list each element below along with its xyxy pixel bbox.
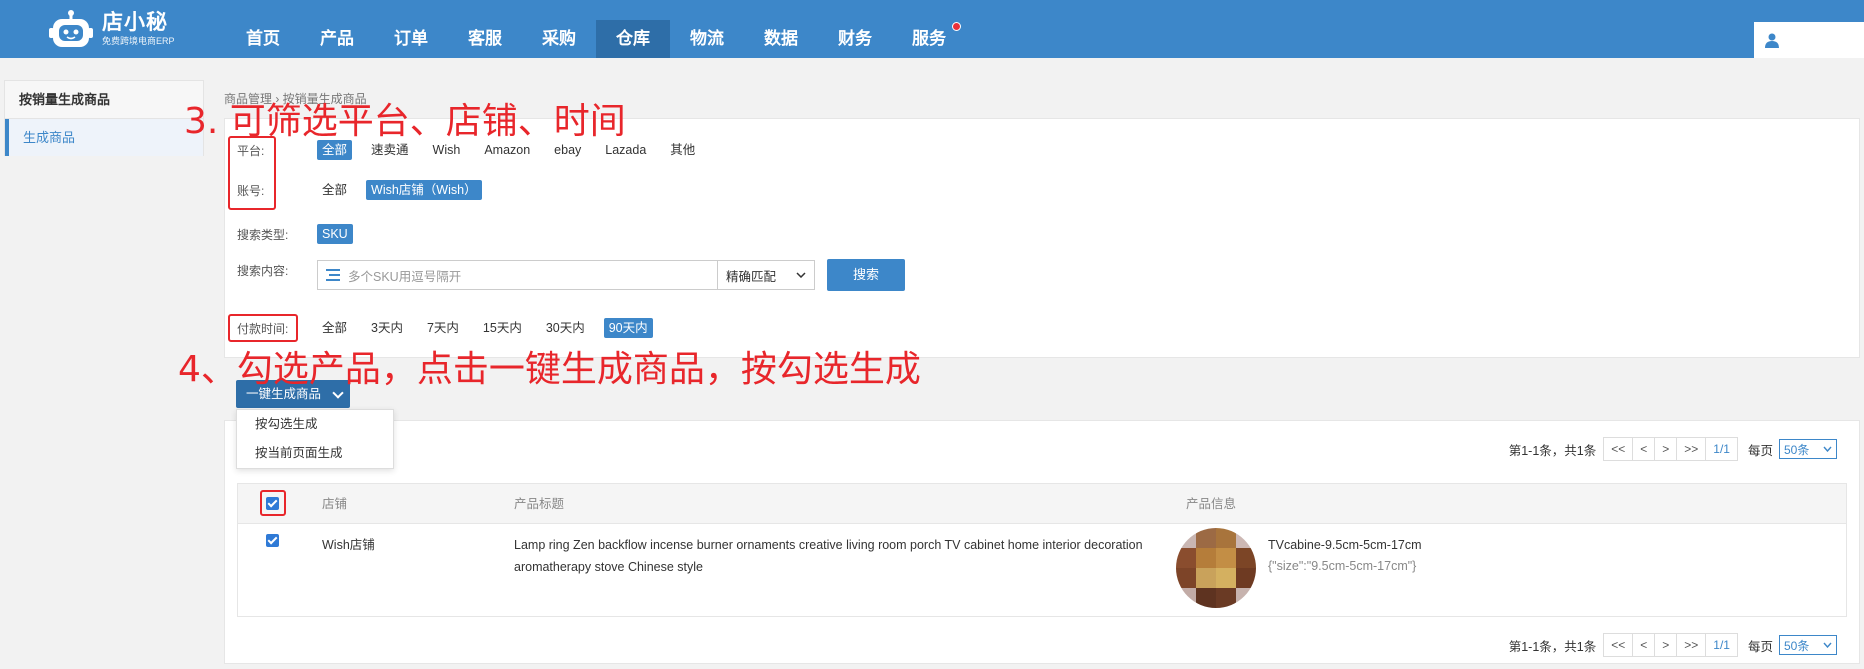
- page-next-button[interactable]: >: [1654, 633, 1678, 657]
- search-content-label: 搜索内容:: [237, 263, 289, 278]
- page-next-button[interactable]: >: [1654, 437, 1678, 461]
- pay-time-filter: 付款时间: 全部 3天内 7天内 15天内 30天内 90天内: [237, 317, 667, 339]
- account-option-wish-store[interactable]: Wish店铺（Wish）: [366, 180, 482, 200]
- pay-time-option-90d[interactable]: 90天内: [603, 318, 653, 338]
- nav-warehouse[interactable]: 仓库: [596, 20, 670, 58]
- bulk-generate-menu: 按勾选生成 按当前页面生成: [236, 409, 394, 469]
- page-last-button[interactable]: >>: [1676, 437, 1707, 461]
- chevron-down-icon: [1823, 642, 1832, 648]
- row-checkbox[interactable]: [266, 534, 279, 547]
- search-type-label: 搜索类型:: [237, 227, 289, 242]
- pay-time-option-30d[interactable]: 30天内: [541, 318, 590, 338]
- pay-time-option-all[interactable]: 全部: [317, 318, 352, 338]
- page-indicator[interactable]: 1/1: [1705, 437, 1738, 461]
- pagination-bottom: 第1-1条，共1条 << < > >> 1/1 每页 50条: [1509, 633, 1837, 657]
- platform-option-other[interactable]: 其他: [665, 140, 700, 160]
- pagination-summary: 第1-1条，共1条: [1508, 443, 1597, 458]
- annotation-step4: 4、勾选产品，点击一键生成商品，按勾选生成: [178, 349, 921, 390]
- nav-home[interactable]: 首页: [226, 20, 300, 58]
- table-row[interactable]: Wish店铺 Lamp ring Zen backflow incense bu…: [238, 524, 1846, 616]
- column-shop: 店铺: [322, 497, 348, 511]
- annotation-box-platform-account: [228, 136, 276, 210]
- column-product-info: 产品信息: [1186, 497, 1237, 511]
- row-variant-attrs: {"size":"9.5cm-5cm-17cm"}: [1268, 559, 1417, 573]
- sku-search-placeholder: 多个SKU用逗号隔开: [348, 269, 462, 284]
- per-page-label: 每页: [1747, 443, 1773, 458]
- main-nav: 首页 产品 订单 客服 采购 仓库 物流 数据 财务 服务: [226, 20, 966, 58]
- nav-logistics[interactable]: 物流: [670, 20, 744, 58]
- logo-subtitle: 免费跨境电商ERP: [102, 36, 175, 46]
- page-indicator[interactable]: 1/1: [1705, 633, 1738, 657]
- per-page-select[interactable]: 50条: [1779, 439, 1837, 459]
- sku-search-input[interactable]: 多个SKU用逗号隔开: [317, 260, 717, 290]
- column-title: 产品标题: [514, 497, 565, 511]
- nav-purchasing[interactable]: 采购: [522, 20, 596, 58]
- search-type-filter: 搜索类型: SKU: [237, 223, 367, 245]
- page-first-button[interactable]: <<: [1603, 437, 1634, 461]
- nav-customer-service[interactable]: 客服: [448, 20, 522, 58]
- product-table: 店铺 产品标题 产品信息 Wish店铺 Lamp ring Zen backfl…: [237, 483, 1847, 617]
- annotation-box-select-all: [260, 490, 286, 516]
- results-panel: 第1-1条，共1条 << < > >> 1/1 每页 50条 店铺 产品标题 产…: [224, 420, 1860, 664]
- robot-logo-icon: [49, 10, 93, 47]
- nav-finance[interactable]: 财务: [818, 20, 892, 58]
- user-menu[interactable]: [1754, 22, 1864, 58]
- page-first-button[interactable]: <<: [1603, 633, 1634, 657]
- list-icon: [326, 269, 340, 281]
- logo-title: 店小秘: [102, 11, 168, 34]
- menu-generate-by-selection[interactable]: 按勾选生成: [237, 410, 393, 439]
- top-navbar: 店小秘 免费跨境电商ERP 首页 产品 订单 客服 采购 仓库 物流 数据 财务…: [0, 0, 1864, 58]
- sidebar-title: 按销量生成商品: [5, 81, 203, 119]
- filter-panel: 平台: 全部 速卖通 Wish Amazon ebay Lazada 其他 账号…: [224, 118, 1860, 358]
- page-last-button[interactable]: >>: [1676, 633, 1707, 657]
- menu-generate-by-current-page[interactable]: 按当前页面生成: [237, 439, 393, 468]
- match-mode-select[interactable]: 精确匹配: [717, 260, 815, 290]
- row-variant-name: TVcabine-9.5cm-5cm-17cm: [1268, 538, 1422, 552]
- table-header: 店铺 产品标题 产品信息: [238, 484, 1846, 524]
- match-mode-value: 精确匹配: [726, 269, 777, 284]
- app-logo[interactable]: 店小秘 免费跨境电商ERP: [48, 6, 218, 52]
- per-page-value: 50条: [1784, 442, 1810, 457]
- nav-orders[interactable]: 订单: [374, 20, 448, 58]
- user-icon: [1765, 33, 1779, 48]
- page-prev-button[interactable]: <: [1632, 633, 1656, 657]
- search-button[interactable]: 搜索: [827, 259, 905, 291]
- pay-time-option-7d[interactable]: 7天内: [422, 318, 464, 338]
- row-title: Lamp ring Zen backflow incense burner or…: [514, 538, 1143, 574]
- row-shop: Wish店铺: [322, 538, 375, 552]
- search-content-filter: 搜索内容: 多个SKU用逗号隔开 精确匹配 搜索: [237, 259, 905, 291]
- annotation-box-pay-time: [228, 314, 298, 342]
- per-page-label: 每页: [1747, 639, 1773, 654]
- product-thumbnail-image[interactable]: [1176, 528, 1256, 608]
- page-prev-button[interactable]: <: [1632, 437, 1656, 461]
- pagination-summary: 第1-1条，共1条: [1508, 639, 1597, 654]
- notification-badge: [952, 22, 961, 31]
- account-option-all[interactable]: 全部: [317, 180, 352, 200]
- per-page-value: 50条: [1784, 638, 1810, 653]
- chevron-down-icon: [796, 272, 806, 278]
- pay-time-option-3d[interactable]: 3天内: [366, 318, 408, 338]
- per-page-select[interactable]: 50条: [1779, 635, 1837, 655]
- nav-products[interactable]: 产品: [300, 20, 374, 58]
- chevron-down-icon: [1823, 446, 1832, 452]
- pagination-top: 第1-1条，共1条 << < > >> 1/1 每页 50条: [1509, 437, 1837, 461]
- sidebar-item-generate-products[interactable]: 生成商品: [5, 119, 203, 156]
- pay-time-option-15d[interactable]: 15天内: [478, 318, 527, 338]
- sidebar: 按销量生成商品 生成商品: [4, 80, 204, 156]
- nav-data[interactable]: 数据: [744, 20, 818, 58]
- search-type-option-sku[interactable]: SKU: [317, 224, 353, 244]
